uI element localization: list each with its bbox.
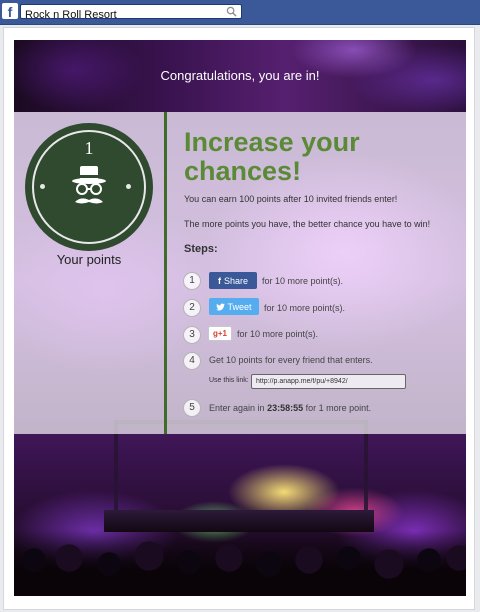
step-number-3: 3 <box>183 326 201 344</box>
points-value: 1 <box>84 138 94 158</box>
share-label: Share <box>223 275 249 286</box>
your-points-label: Your points <box>56 252 122 267</box>
referral-link-label: Use this link: <box>209 377 249 384</box>
step-number-1: 1 <box>183 272 201 290</box>
step-3-text: for 10 more point(s). <box>237 329 319 339</box>
google-plus-one-button[interactable]: g+1 <box>208 326 232 341</box>
facebook-top-bar: f <box>0 0 480 25</box>
earn-points-text: You can earn 100 points after 10 invited… <box>184 194 398 204</box>
facebook-f-icon: f <box>217 275 221 286</box>
badge-dot-left <box>40 184 45 189</box>
facebook-logo[interactable]: f <box>2 3 18 20</box>
step-5-text: Enter again in 23:58:55 for 1 more point… <box>209 403 371 413</box>
steps-heading: Steps: <box>184 243 218 255</box>
countdown-timer: 23:58:55 <box>267 403 304 413</box>
more-point-text: for 1 more point. <box>305 403 372 413</box>
badge-dot-right <box>126 184 131 189</box>
better-chance-text: The more points you have, the better cha… <box>184 219 431 229</box>
search-box <box>20 4 242 22</box>
step-number-4: 4 <box>183 352 201 370</box>
headline: Increase your chances! <box>184 127 360 186</box>
twitter-bird-icon <box>216 303 226 311</box>
search-input[interactable] <box>21 8 225 22</box>
search-icon[interactable] <box>226 6 237 17</box>
tweet-label: Tweet <box>227 301 252 312</box>
referral-link-field[interactable] <box>251 374 406 389</box>
enter-again-text: Enter again in <box>209 403 265 413</box>
tweet-button[interactable]: Tweet <box>209 298 259 315</box>
step-number-2: 2 <box>183 299 201 317</box>
hat-glasses-mustache-icon <box>72 166 106 204</box>
step-4-text: Get 10 points for every friend that ente… <box>209 355 373 365</box>
step-1-text: for 10 more point(s). <box>262 276 344 286</box>
facebook-share-button[interactable]: f Share <box>209 272 257 289</box>
step-2-text: for 10 more point(s). <box>264 303 346 313</box>
step-number-5: 5 <box>183 399 201 417</box>
